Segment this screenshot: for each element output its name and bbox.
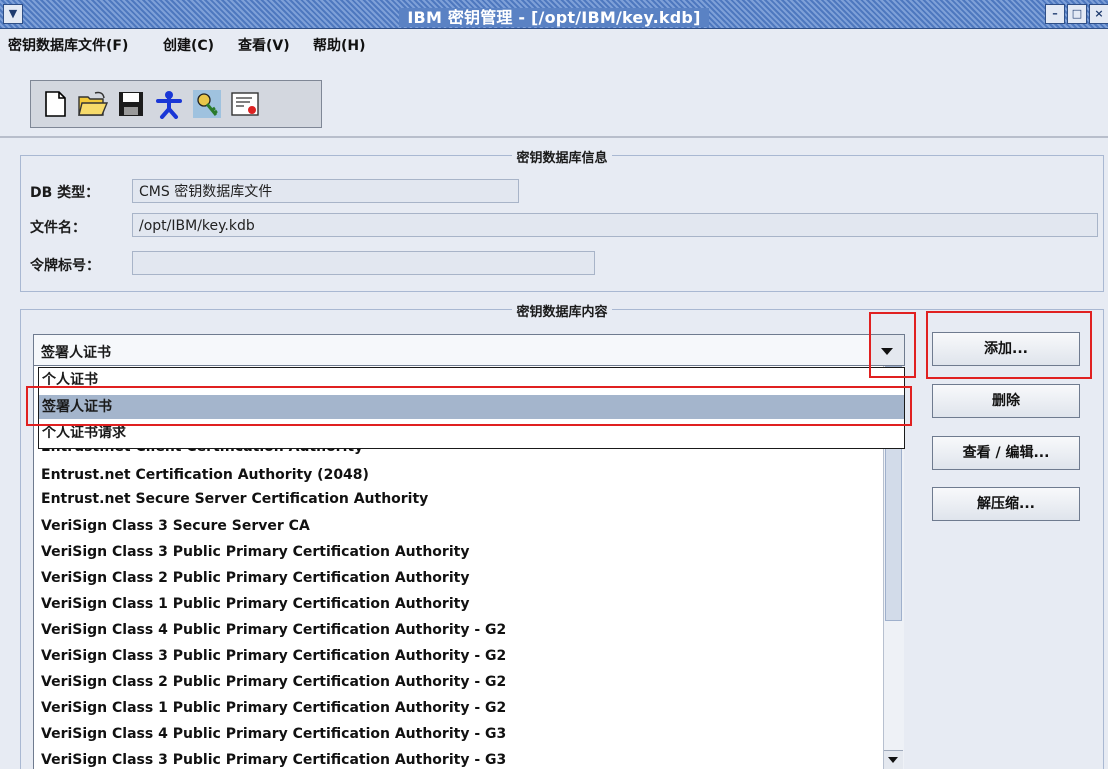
menu-bar: 密钥数据库文件(F) 创建(C) 查看(V) 帮助(H) (0, 29, 1108, 57)
key-management-window: ▼ IBM 密钥管理 - [/opt/IBM/key.kdb] – □ × 密钥… (0, 0, 1108, 769)
db-type-field: CMS 密钥数据库文件 (132, 179, 519, 203)
delete-button[interactable]: 删除 (932, 384, 1080, 418)
chevron-down-icon[interactable] (869, 335, 904, 365)
save-icon[interactable] (115, 88, 147, 120)
list-item[interactable]: VeriSign Class 1 Public Primary Certific… (41, 700, 506, 716)
list-item[interactable]: Entrust.net Certification Authority (204… (41, 467, 369, 483)
filename-label: 文件名： (30, 220, 86, 236)
token-field (132, 251, 595, 275)
new-file-icon[interactable] (39, 88, 71, 120)
filename-field: /opt/IBM/key.kdb (132, 213, 1098, 237)
menu-create[interactable]: 创建(C) (163, 35, 214, 55)
open-folder-icon[interactable] (77, 88, 109, 120)
db-content-title: 密钥数据库内容 (512, 305, 612, 320)
toolbar-separator (0, 136, 1108, 138)
list-item[interactable]: VeriSign Class 2 Public Primary Certific… (41, 674, 506, 690)
minimize-icon[interactable]: – (1045, 4, 1065, 24)
toolbar (30, 80, 322, 128)
dropdown-option[interactable]: 个人证书请求 (39, 421, 904, 445)
combo-dropdown-popup: 个人证书 签署人证书 个人证书请求 (38, 367, 905, 449)
db-type-label: DB 类型： (30, 185, 100, 201)
list-item[interactable]: VeriSign Class 4 Public Primary Certific… (41, 726, 506, 742)
add-button[interactable]: 添加... (932, 332, 1080, 366)
list-item[interactable]: VeriSign Class 3 Secure Server CA (41, 518, 310, 534)
db-info-title: 密钥数据库信息 (512, 151, 612, 166)
person-icon[interactable] (153, 88, 185, 120)
certificate-type-combo[interactable]: 签署人证书 (33, 334, 905, 366)
close-icon[interactable]: × (1089, 4, 1108, 24)
list-item[interactable]: VeriSign Class 2 Public Primary Certific… (41, 570, 469, 586)
combo-selected-value: 签署人证书 (41, 345, 111, 361)
certificate-icon[interactable] (229, 88, 261, 120)
maximize-icon[interactable]: □ (1067, 4, 1087, 24)
extract-button[interactable]: 解压缩... (932, 487, 1080, 521)
menu-help[interactable]: 帮助(H) (313, 35, 366, 55)
list-item[interactable]: Entrust.net Secure Server Certification … (41, 491, 428, 507)
dropdown-option-selected[interactable]: 签署人证书 (39, 395, 904, 419)
list-item[interactable]: VeriSign Class 1 Public Primary Certific… (41, 596, 469, 612)
view-edit-button[interactable]: 查看 / 编辑... (932, 436, 1080, 470)
list-item[interactable]: VeriSign Class 3 Public Primary Certific… (41, 752, 506, 768)
menu-key-db-file[interactable]: 密钥数据库文件(F) (8, 35, 128, 55)
key-icon[interactable] (191, 88, 223, 120)
dropdown-option[interactable]: 个人证书 (39, 368, 904, 392)
token-label: 令牌标号： (30, 258, 100, 274)
list-item[interactable]: VeriSign Class 3 Public Primary Certific… (41, 544, 469, 560)
menu-view[interactable]: 查看(V) (238, 35, 290, 55)
window-title: IBM 密钥管理 - [/opt/IBM/key.kdb] (399, 8, 709, 27)
list-item[interactable]: VeriSign Class 3 Public Primary Certific… (41, 648, 506, 664)
title-bar: ▼ IBM 密钥管理 - [/opt/IBM/key.kdb] – □ × (0, 0, 1108, 29)
list-item[interactable]: VeriSign Class 4 Public Primary Certific… (41, 622, 506, 638)
scroll-down-icon[interactable] (884, 750, 903, 769)
